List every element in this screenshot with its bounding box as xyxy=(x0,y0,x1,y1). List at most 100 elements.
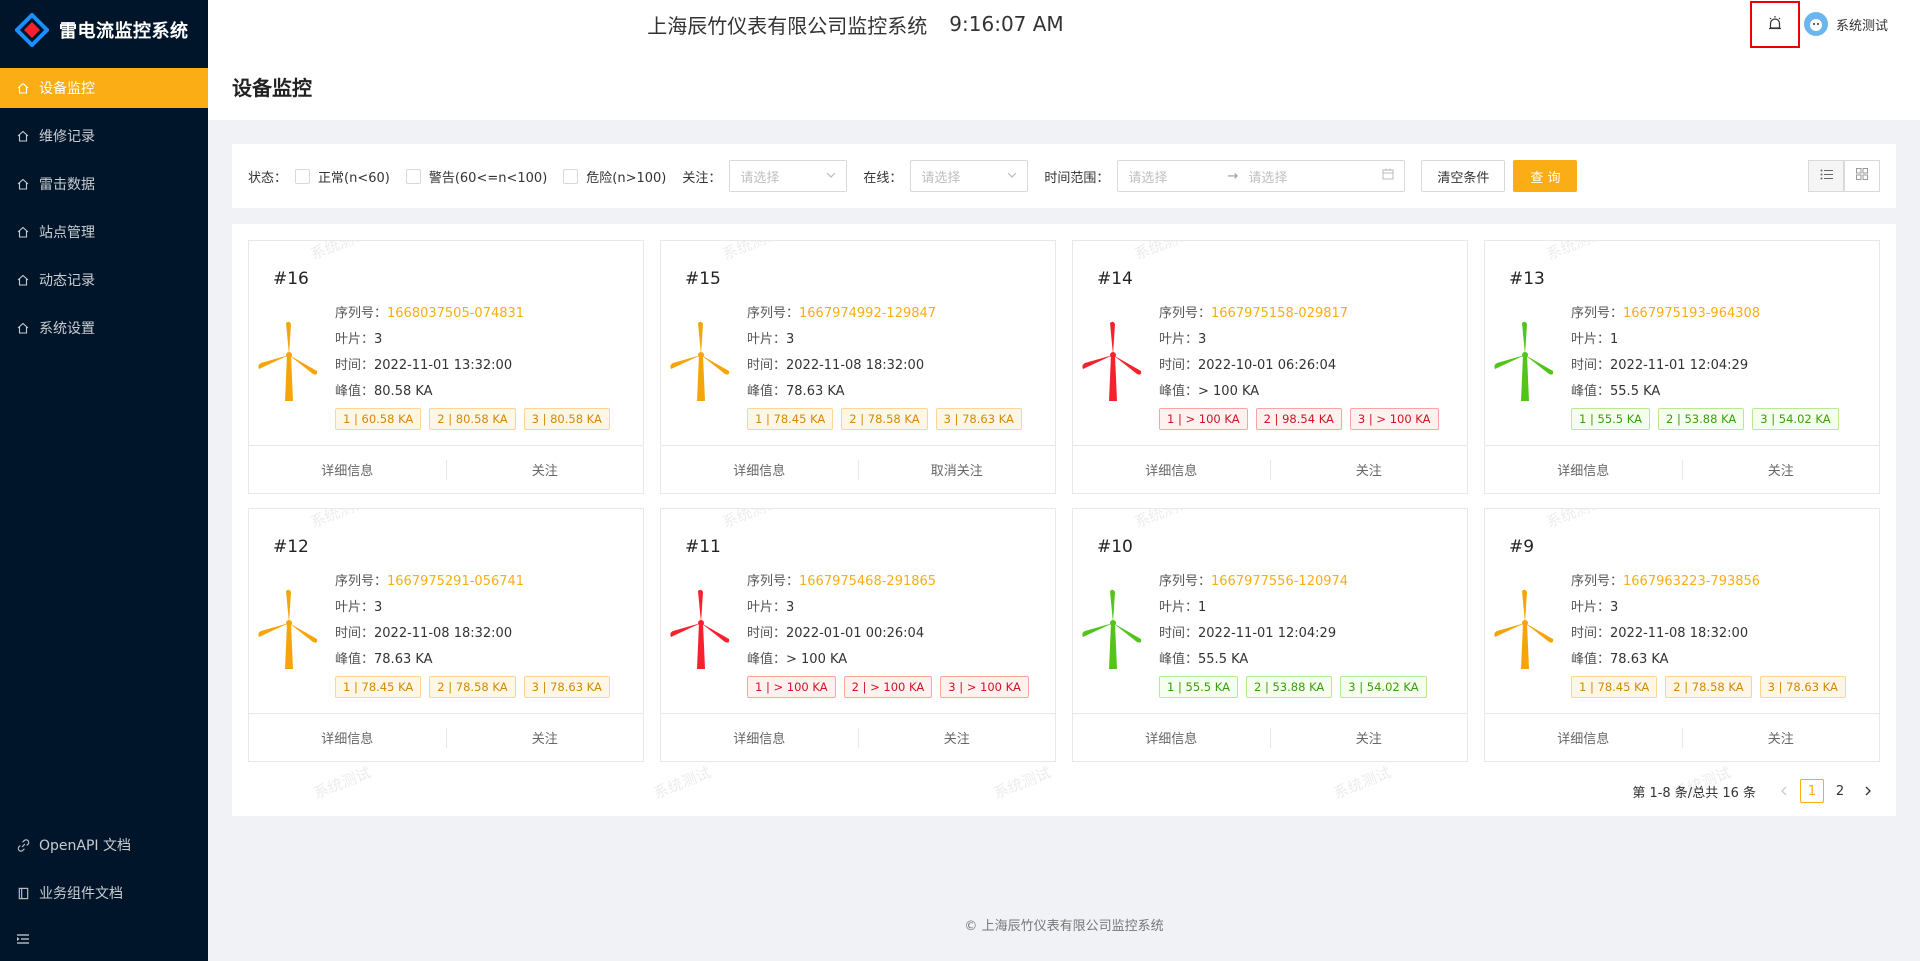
menu-fold-icon xyxy=(16,932,30,950)
page-button-1[interactable]: 1 xyxy=(1800,779,1824,803)
device-id: #10 xyxy=(1097,537,1133,557)
online-select[interactable]: 请选择 xyxy=(910,160,1029,192)
checkbox-box[interactable] xyxy=(563,168,579,184)
device-info: 序列号：1667977556-120974 叶片：1 时间：2022-11-01 1… xyxy=(1159,569,1435,698)
serial-number[interactable]: 1667974992-129847 xyxy=(799,306,936,321)
serial-number[interactable]: 1667975468-291865 xyxy=(799,574,936,589)
detail-button[interactable]: 详细信息 xyxy=(1073,460,1270,479)
watermark: 系统测试 xyxy=(991,763,1054,803)
blade-peak-tag: 2 | 78.58 KA xyxy=(1665,676,1752,698)
wind-turbine-icon xyxy=(1079,589,1147,669)
sidebar-item-5[interactable]: 系统设置 xyxy=(0,308,208,348)
sidebar-item-1[interactable]: 维修记录 xyxy=(0,116,208,156)
user-menu[interactable]: 系统测试 xyxy=(1804,10,1888,38)
checkbox-box[interactable] xyxy=(295,168,311,184)
query-button[interactable]: 查 询 xyxy=(1513,160,1578,192)
device-id: #12 xyxy=(273,537,309,557)
list-view-button[interactable] xyxy=(1808,160,1844,192)
follow-button[interactable]: 关注 xyxy=(1683,460,1880,479)
follow-button[interactable]: 关注 xyxy=(1683,728,1880,747)
device-id: #15 xyxy=(685,269,721,289)
blades-label: 叶片： xyxy=(335,600,375,615)
time-label: 时间： xyxy=(1571,358,1611,373)
follow-button[interactable]: 关注 xyxy=(447,460,644,479)
checkbox-label: 正常(n<60) xyxy=(318,170,390,186)
peak-value: 78.63 KA xyxy=(1610,652,1669,667)
card-actions: 详细信息 关注 xyxy=(1485,713,1879,761)
sidebar-item-components-doc[interactable]: 业务组件文档 xyxy=(0,873,208,913)
serial-number[interactable]: 1667975193-964308 xyxy=(1623,306,1760,321)
pagination: 第 1-8 条/总共 16 条 1 2 xyxy=(1632,779,1880,803)
time-label: 时间： xyxy=(335,358,375,373)
blade-peak-tag: 3 | 78.63 KA xyxy=(1759,676,1846,698)
time-end-placeholder[interactable]: 请选择 xyxy=(1248,167,1287,186)
page-button-2[interactable]: 2 xyxy=(1828,779,1852,803)
detail-button[interactable]: 详细信息 xyxy=(661,728,858,747)
sidebar-item-3[interactable]: 站点管理 xyxy=(0,212,208,252)
blade-count: 3 xyxy=(786,332,795,347)
wind-turbine-icon xyxy=(1491,589,1559,669)
home-icon xyxy=(16,177,30,191)
time-start-placeholder[interactable]: 请选择 xyxy=(1128,167,1167,186)
follow-button[interactable]: 关注 xyxy=(1271,460,1468,479)
blade-peak-tag: 2 | 53.88 KA xyxy=(1245,676,1333,698)
follow-select[interactable]: 请选择 xyxy=(729,160,848,192)
collapse-menu-button[interactable] xyxy=(0,921,208,961)
device-grid-panel: 第 1-8 条/总共 16 条 1 2 系统测试 #16 序列号：166803750… xyxy=(232,224,1896,816)
time-label: 时间： xyxy=(1159,626,1199,641)
logo[interactable]: 雷电流监控系统 xyxy=(0,0,208,60)
blade-peak-tag: 2 | > 100 KA xyxy=(843,676,933,698)
time-label: 时间： xyxy=(1571,626,1611,641)
sidebar-item-4[interactable]: 动态记录 xyxy=(0,260,208,300)
detail-button[interactable]: 详细信息 xyxy=(249,460,446,479)
sidebar-item-0[interactable]: 设备监控 xyxy=(0,68,208,108)
serial-number[interactable]: 1667977556-120974 xyxy=(1211,574,1348,589)
watermark: 系统测试 xyxy=(651,763,714,803)
blade-peak-tag: 3 | 78.63 KA xyxy=(523,676,610,698)
clear-filters-button[interactable]: 清空条件 xyxy=(1421,160,1506,192)
blades-label: 叶片： xyxy=(1571,332,1611,347)
serial-label: 序列号： xyxy=(1159,574,1212,589)
blade-peak-tag: 1 | > 100 KA xyxy=(747,676,836,698)
checkbox-box[interactable] xyxy=(405,168,421,184)
time-range-picker[interactable]: 请选择 → 请选择 xyxy=(1117,160,1406,192)
pagination-summary: 第 1-8 条/总共 16 条 xyxy=(1632,785,1756,801)
follow-button[interactable]: 关注 xyxy=(447,728,644,747)
follow-button[interactable]: 关注 xyxy=(1271,728,1468,747)
sidebar-item-openapi[interactable]: OpenAPI 文档 xyxy=(0,825,208,865)
serial-number[interactable]: 1667963223-793856 xyxy=(1623,574,1760,589)
watermark: 系统测试 xyxy=(1132,508,1195,532)
follow-button[interactable]: 取消关注 xyxy=(859,460,1056,479)
grid-view-button[interactable] xyxy=(1844,160,1880,192)
detail-button[interactable]: 详细信息 xyxy=(1485,460,1682,479)
detail-button[interactable]: 详细信息 xyxy=(661,460,858,479)
detail-button[interactable]: 详细信息 xyxy=(249,728,446,747)
time-range-label: 时间范围： xyxy=(1044,170,1110,186)
next-page-button[interactable] xyxy=(1856,779,1880,803)
status-checkbox-normal[interactable]: 正常(n<60) xyxy=(295,167,390,186)
detail-button[interactable]: 详细信息 xyxy=(1073,728,1270,747)
blade-peak-tags: 1 | 60.58 KA 2 | 80.58 KA 3 | 80.58 KA xyxy=(335,408,618,430)
peak-value: 80.58 KA xyxy=(374,384,433,399)
status-checkbox-danger[interactable]: 危险(n>100) xyxy=(563,167,666,186)
avatar xyxy=(1804,12,1828,36)
blade-count: 3 xyxy=(374,332,383,347)
alarm-button[interactable] xyxy=(1750,1,1800,48)
blades-label: 叶片： xyxy=(1571,600,1611,615)
strike-time: 2022-11-01 13:32:00 xyxy=(374,358,513,373)
footer: © 上海辰竹仪表有限公司监控系统 xyxy=(208,915,1920,934)
serial-number[interactable]: 1667975291-056741 xyxy=(387,574,524,589)
peak-label: 峰值： xyxy=(1159,652,1199,667)
sidebar-item-2[interactable]: 雷击数据 xyxy=(0,164,208,204)
follow-button[interactable]: 关注 xyxy=(859,728,1056,747)
follow-select-placeholder: 请选择 xyxy=(740,170,780,186)
device-id: #11 xyxy=(685,537,721,557)
status-checkbox-warning[interactable]: 警告(60<=n<100) xyxy=(405,167,547,186)
prev-page-button[interactable] xyxy=(1772,779,1796,803)
detail-button[interactable]: 详细信息 xyxy=(1485,728,1682,747)
device-info: 序列号：1667974992-129847 叶片：3 时间：2022-11-08 1… xyxy=(747,301,1030,430)
card-actions: 详细信息 关注 xyxy=(1073,445,1467,493)
serial-number[interactable]: 1667975158-029817 xyxy=(1211,306,1348,321)
view-toggle xyxy=(1808,160,1880,192)
serial-number[interactable]: 1668037505-074831 xyxy=(387,306,524,321)
